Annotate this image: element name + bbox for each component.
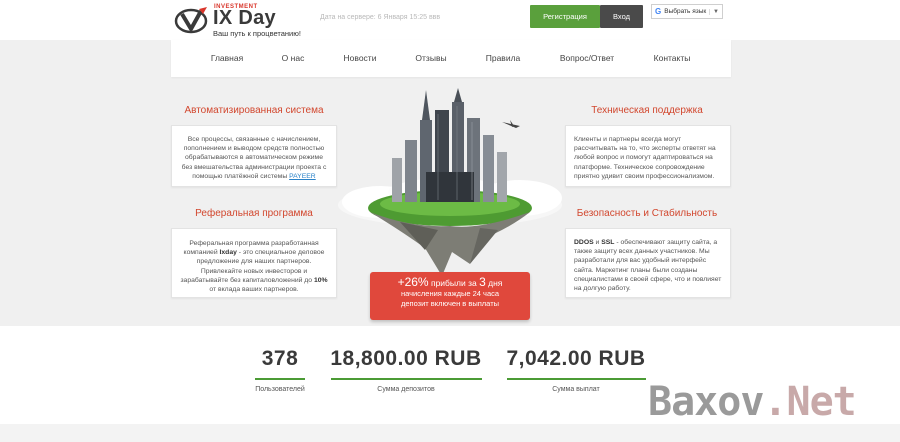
logo-emblem-icon bbox=[174, 7, 208, 34]
promo-days-number: 3 bbox=[479, 275, 486, 289]
users-count: 378 bbox=[261, 347, 299, 370]
security-text: - обеспечивают защиту сайта, а также защ… bbox=[574, 239, 722, 293]
promo-percent: +26% bbox=[397, 275, 429, 289]
support-title: Техническая поддержка bbox=[591, 105, 703, 116]
security-title: Безопасность и Стабильность bbox=[576, 208, 718, 219]
promo-banner[interactable]: +26% прибыли за 3 дня начисления каждые … bbox=[370, 272, 530, 320]
stats-section: 378 Пользователей 18,800.00 RUB Сумма де… bbox=[0, 326, 900, 442]
google-icon: G bbox=[655, 7, 662, 16]
language-select-label: Выбрать язык bbox=[664, 8, 707, 15]
referral-title: Реферальная программа bbox=[195, 208, 313, 219]
promo-days-word: дня bbox=[488, 278, 503, 288]
support-card: Клиенты и партнеры всегда могут рассчиты… bbox=[565, 125, 731, 187]
nav-item-reviews[interactable]: Отзывы bbox=[415, 53, 446, 63]
nav-item-contacts[interactable]: Контакты bbox=[654, 53, 691, 63]
register-button[interactable]: Регистрация bbox=[530, 5, 600, 28]
automation-card: Все процессы, связанные с начислением, п… bbox=[171, 125, 337, 187]
watermark-part-2: .Net bbox=[763, 379, 856, 425]
nav-item-news[interactable]: Новости bbox=[344, 53, 377, 63]
deposits-underline bbox=[331, 378, 482, 380]
logo-tagline: Ваш путь к процветанию! bbox=[213, 29, 301, 38]
nav-item-about[interactable]: О нас bbox=[282, 53, 305, 63]
promo-deposit-note: депозит включен в выплаты bbox=[400, 299, 500, 308]
referral-company: Ixday bbox=[219, 249, 237, 257]
nav-item-rules[interactable]: Правила bbox=[486, 53, 521, 63]
site-logo[interactable]: INVESTMENT IX Day Ваш путь к процветанию… bbox=[174, 3, 334, 39]
promo-accrual: начисления каждые 24 часа bbox=[400, 289, 500, 298]
security-ddos: DDOS bbox=[574, 239, 594, 246]
payouts-total: 7,042.00 RUB bbox=[506, 347, 646, 370]
security-and: и bbox=[595, 239, 600, 246]
deposits-total: 18,800.00 RUB bbox=[330, 347, 482, 370]
nav-item-faq[interactable]: Вопрос/Ответ bbox=[560, 53, 614, 63]
login-button[interactable]: Вход bbox=[600, 5, 643, 28]
payouts-label: Сумма выплат bbox=[552, 386, 600, 393]
watermark: Baxov.Net bbox=[648, 379, 900, 425]
referral-percent: 10% bbox=[313, 276, 328, 284]
nav-item-home[interactable]: Главная bbox=[211, 53, 243, 63]
watermark-part-1: Baxov bbox=[648, 379, 764, 425]
security-ssl: SSL bbox=[601, 239, 615, 246]
users-label: Пользователей bbox=[255, 386, 305, 393]
language-select[interactable]: G Выбрать язык ▼ bbox=[651, 4, 723, 19]
chevron-down-icon: ▼ bbox=[709, 8, 722, 15]
payouts-underline bbox=[507, 378, 646, 380]
support-text: Клиенты и партнеры всегда могут рассчиты… bbox=[574, 136, 716, 180]
server-date: Дата на сервере: 6 Января 15:25 ввв bbox=[320, 14, 441, 21]
promo-profit-text: прибыли за bbox=[430, 278, 477, 288]
referral-text-3: от вклада ваших партнеров. bbox=[209, 286, 299, 294]
users-underline bbox=[255, 378, 305, 380]
payeer-link[interactable]: PAYEER bbox=[289, 173, 316, 180]
automation-title: Автоматизированная система bbox=[184, 105, 324, 116]
logo-title: IX Day bbox=[213, 7, 276, 29]
footer-strip bbox=[0, 424, 900, 442]
security-card: DDOS и SSL - обеспечивают защиту сайта, … bbox=[565, 228, 731, 298]
floating-city-illustration bbox=[338, 88, 562, 276]
main-nav: Главная О нас Новости Отзывы Правила Воп… bbox=[171, 40, 731, 77]
promo-headline: +26% прибыли за 3 дня bbox=[370, 275, 530, 289]
site-header: INVESTMENT IX Day Ваш путь к процветанию… bbox=[0, 0, 900, 40]
deposits-label: Сумма депозитов bbox=[377, 386, 435, 393]
referral-card: Реферальная программа разработанная комп… bbox=[171, 228, 337, 298]
